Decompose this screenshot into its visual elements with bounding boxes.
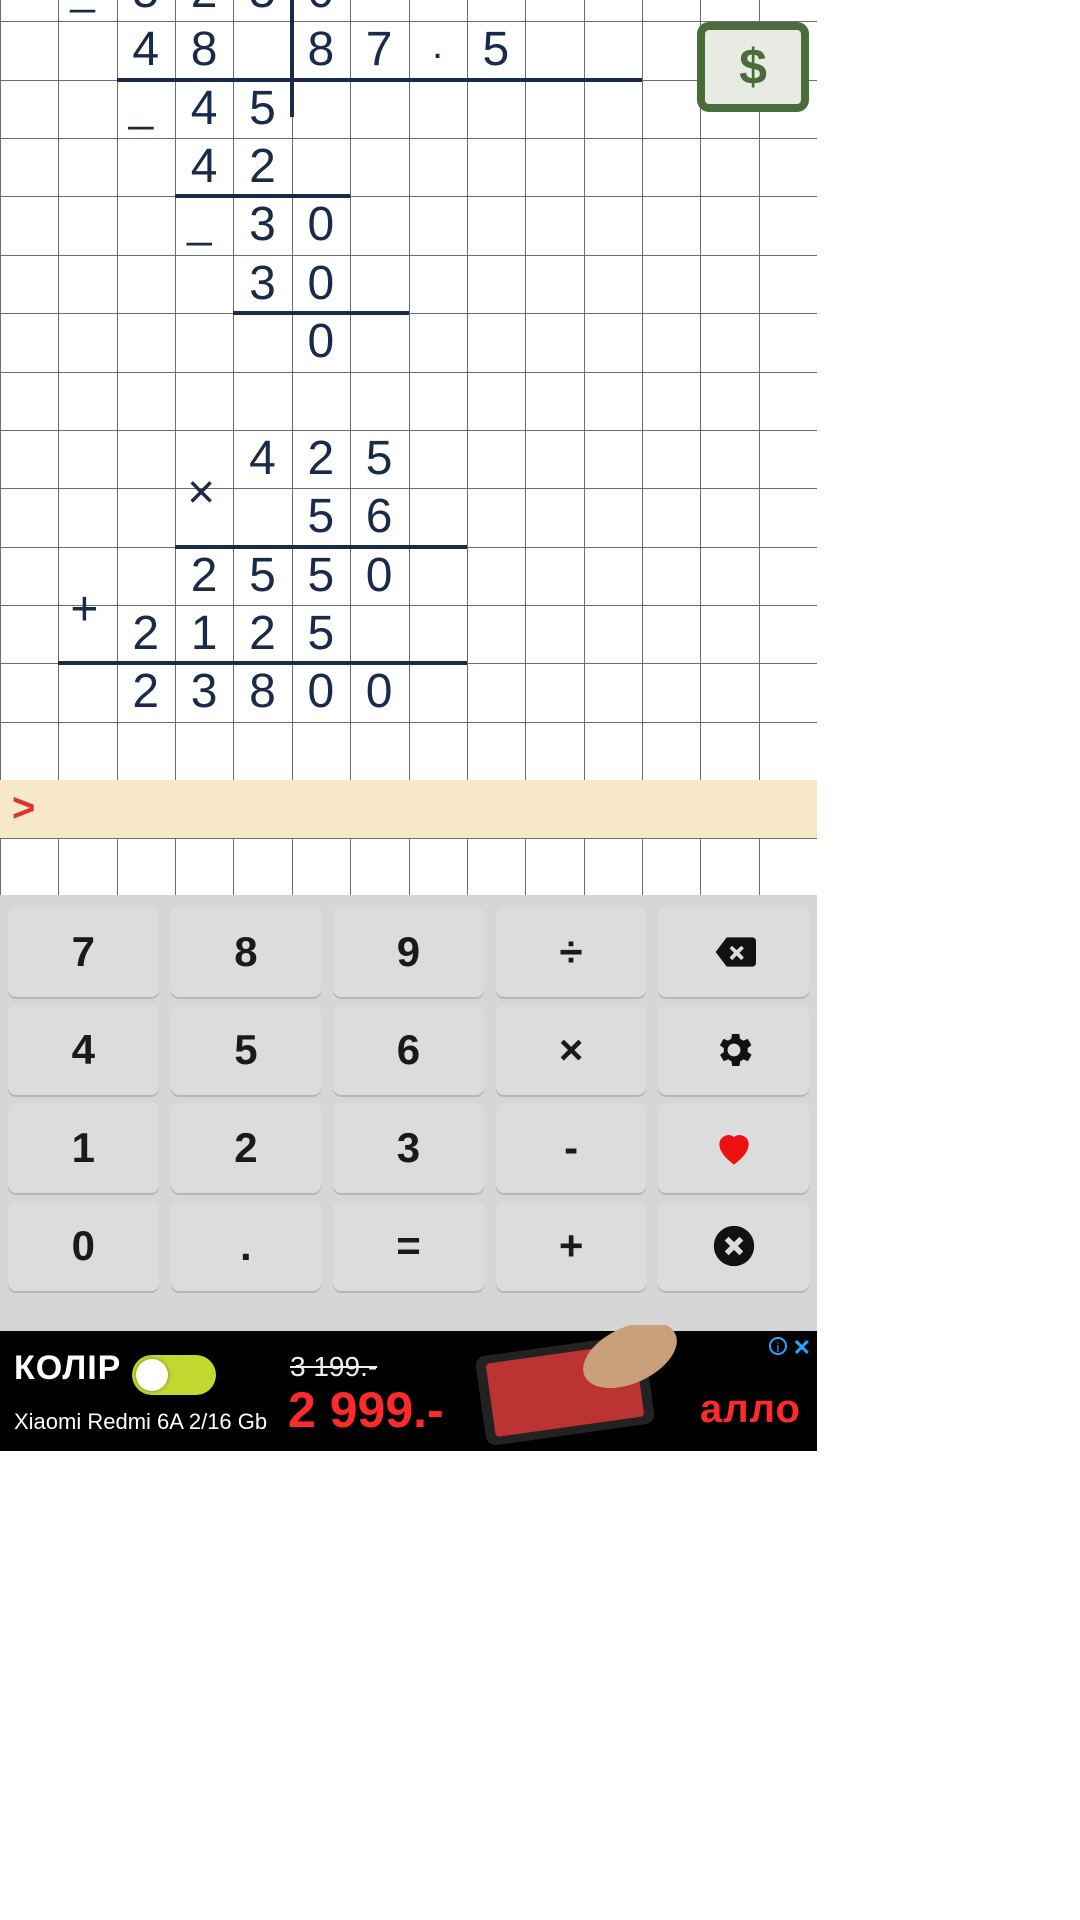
ad-close-icon[interactable]: ✕ — [793, 1335, 811, 1361]
key-6[interactable]: 6 — [333, 1005, 484, 1095]
key-close[interactable] — [658, 1201, 809, 1291]
key-favorite[interactable] — [658, 1103, 809, 1193]
key-8[interactable]: 8 — [171, 907, 322, 997]
heart-icon — [712, 1126, 756, 1170]
worksheet-digit: 5 — [233, 0, 291, 21]
operator-minus: _ — [129, 82, 153, 132]
worksheet-digit: 3 — [233, 255, 291, 313]
worksheet-digit: 3 — [233, 196, 291, 254]
worksheet-digit: 2 — [292, 430, 350, 488]
backspace-icon — [712, 930, 756, 974]
worksheet-digit: 5 — [233, 547, 291, 605]
key-9[interactable]: 9 — [333, 907, 484, 997]
worksheet-digit: 8 — [292, 21, 350, 79]
worksheet-digit: 0 — [292, 663, 350, 721]
worksheet-digit: 5 — [350, 430, 408, 488]
worksheet-digit: 2 — [233, 605, 291, 663]
key-plus[interactable]: + — [496, 1201, 647, 1291]
dollar-icon: $ — [739, 38, 767, 96]
worksheet-digit: 4 — [175, 138, 233, 196]
worksheet-digit: 2 — [233, 138, 291, 196]
worksheet-digit: 2 — [175, 547, 233, 605]
rule-line — [117, 78, 292, 82]
ad-brand-text: КОЛIP — [14, 1349, 121, 1387]
worksheet-digit: 5 — [292, 547, 350, 605]
rule-line — [58, 661, 467, 665]
worksheet-digit: 0 — [292, 0, 350, 21]
worksheet-digit: 2 — [175, 0, 233, 21]
worksheet-digit: 4 — [117, 21, 175, 79]
rule-line — [233, 311, 408, 315]
operator-minus: _ — [187, 198, 211, 248]
key-settings[interactable] — [658, 1005, 809, 1095]
ad-info-icon[interactable]: i — [769, 1337, 787, 1355]
ad-old-price: 3 199.- — [290, 1351, 377, 1383]
worksheet-digit: 1 — [175, 605, 233, 663]
worksheet-digit: 0 — [292, 255, 350, 313]
key-equals[interactable]: = — [333, 1201, 484, 1291]
worksheet-digit: 8 — [233, 663, 291, 721]
operator-multiply: × — [187, 465, 215, 520]
worksheet-digit: . — [409, 21, 467, 79]
math-worksheet[interactable]: 52504887.5454230300425562550212523800 __… — [0, 0, 817, 895]
key-3[interactable]: 3 — [333, 1103, 484, 1193]
operator-plus: + — [70, 582, 98, 637]
key-5[interactable]: 5 — [171, 1005, 322, 1095]
worksheet-digit: 2 — [117, 605, 175, 663]
worksheet-digit: 4 — [233, 430, 291, 488]
keypad: 789÷ 456× 123- 0.=+ — [0, 895, 817, 1331]
rule-line — [175, 545, 467, 549]
worksheet-digit: 5 — [117, 0, 175, 21]
key-2[interactable]: 2 — [171, 1103, 322, 1193]
operator-minus: _ — [70, 0, 94, 15]
key-0[interactable]: 0 — [8, 1201, 159, 1291]
toggle-icon — [132, 1355, 216, 1395]
worksheet-digit: 3 — [175, 663, 233, 721]
worksheet-digit: 4 — [175, 80, 233, 138]
input-cursor: > — [12, 786, 35, 831]
worksheet-digit: 5 — [233, 80, 291, 138]
worksheet-digit: 2 — [117, 663, 175, 721]
division-bracket-vertical — [290, 0, 294, 117]
key-backspace[interactable] — [658, 907, 809, 997]
worksheet-digit: 0 — [292, 313, 350, 371]
ad-shop: алло — [700, 1387, 801, 1432]
worksheet-digit: 8 — [175, 21, 233, 79]
worksheet-digit: 0 — [350, 547, 408, 605]
key-divide[interactable]: ÷ — [496, 907, 647, 997]
ad-image — [420, 1325, 700, 1451]
ad-banner[interactable]: КОЛIP Xiaomi Redmi 6A 2/16 Gb 3 199.- 2 … — [0, 1331, 817, 1451]
gear-icon — [712, 1028, 756, 1072]
input-row[interactable] — [0, 780, 817, 838]
rule-line — [175, 194, 350, 198]
worksheet-digit: 0 — [292, 196, 350, 254]
ad-product: Xiaomi Redmi 6A 2/16 Gb — [14, 1409, 267, 1435]
worksheet-digit: 5 — [292, 488, 350, 546]
division-bracket-horizontal — [292, 78, 642, 82]
premium-button[interactable]: $ — [697, 22, 809, 112]
key-1[interactable]: 1 — [8, 1103, 159, 1193]
key-4[interactable]: 4 — [8, 1005, 159, 1095]
ad-brand: КОЛIP — [14, 1349, 216, 1395]
worksheet-digit: 5 — [467, 21, 525, 79]
worksheet-digit: 6 — [350, 488, 408, 546]
key-dot[interactable]: . — [171, 1201, 322, 1291]
worksheet-digit: 7 — [350, 21, 408, 79]
key-minus[interactable]: - — [496, 1103, 647, 1193]
key-7[interactable]: 7 — [8, 907, 159, 997]
worksheet-digit: 5 — [292, 605, 350, 663]
key-multiply[interactable]: × — [496, 1005, 647, 1095]
close-circle-icon — [712, 1224, 756, 1268]
worksheet-digit: 0 — [350, 663, 408, 721]
